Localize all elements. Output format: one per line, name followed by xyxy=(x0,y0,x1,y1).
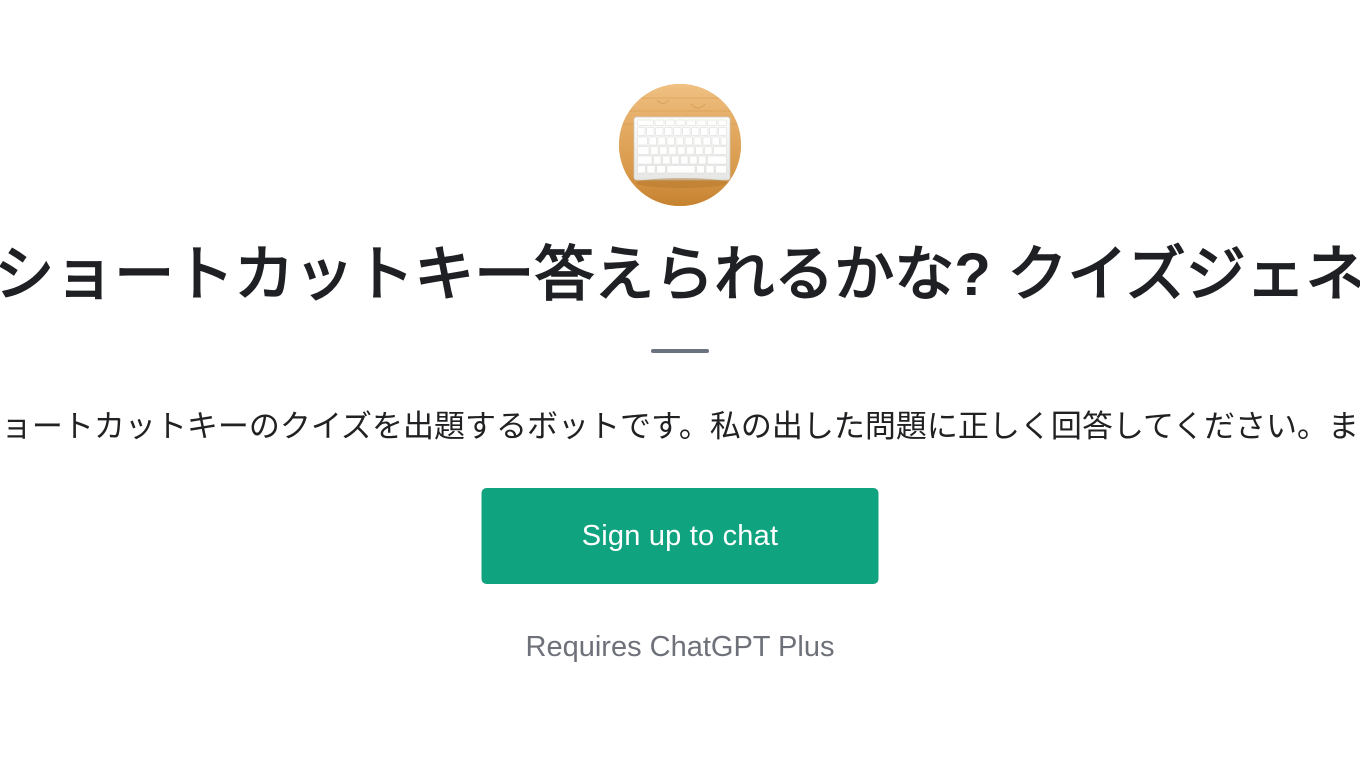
keyboard-on-wooden-desk-icon xyxy=(619,84,741,206)
cta-wrapper: Sign up to chat xyxy=(481,488,879,584)
gpt-description: ョートカットキーのクイズを出題するボットです。私の出した問題に正しく回答してくだ… xyxy=(0,409,1360,445)
description-row: ョートカットキーのクイズを出題するボットです。私の出した問題に正しく回答してくだ… xyxy=(0,400,1360,454)
avatar xyxy=(619,84,741,206)
sign-up-to-chat-button[interactable]: Sign up to chat xyxy=(481,488,879,584)
avatar-image xyxy=(619,84,741,206)
requires-plus-note: Requires ChatGPT Plus xyxy=(525,631,835,663)
title-divider xyxy=(651,349,709,353)
gpt-landing-page: ショートカットキー答えられるかな? クイズジェネ ョートカットキーのクイズを出題… xyxy=(0,0,1360,764)
page-title-row: ショートカットキー答えられるかな? クイズジェネ xyxy=(0,222,1360,326)
page-title: ショートカットキー答えられるかな? クイズジェネ xyxy=(0,240,1360,308)
